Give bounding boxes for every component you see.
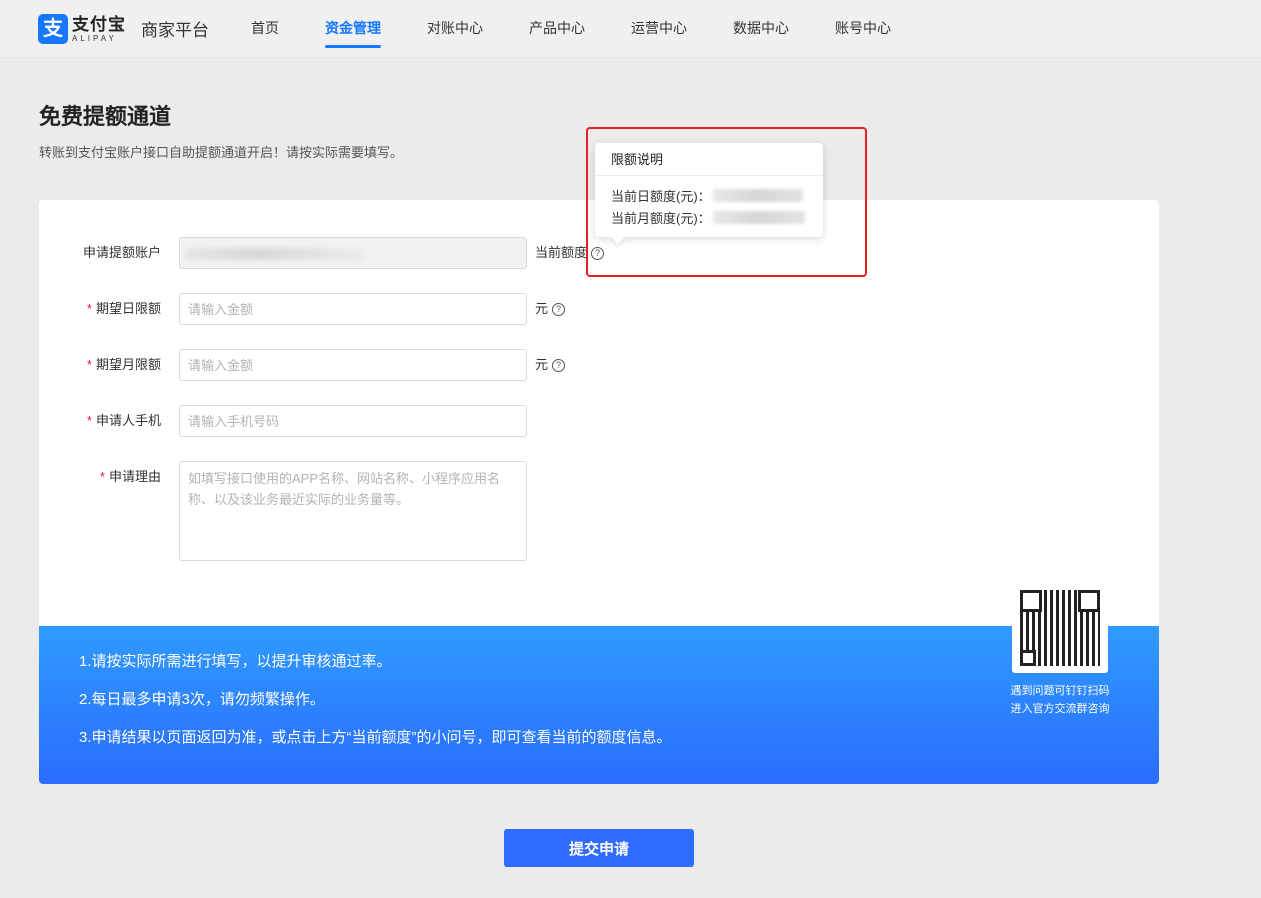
form-row-phone: * 申请人手机 bbox=[39, 405, 527, 437]
daily-unit: 元 bbox=[535, 301, 549, 316]
phone-label: 申请人手机 bbox=[95, 413, 161, 428]
monthly-limit-input[interactable] bbox=[179, 349, 527, 381]
current-quota-label: 当前额度 bbox=[535, 245, 588, 260]
platform-name: 商家平台 bbox=[141, 21, 209, 40]
top-nav-bar: 支 支付宝 ALIPAY 商家平台 首页 资金管理 对账中心 产品中心 运营中心… bbox=[0, 0, 1261, 58]
phone-label-wrap: * 申请人手机 bbox=[39, 405, 179, 437]
monthly-help-icon[interactable]: ? bbox=[552, 358, 566, 372]
nav-reconciliation[interactable]: 对账中心 bbox=[427, 0, 483, 58]
nav-fund-management[interactable]: 资金管理 bbox=[325, 0, 381, 58]
daily-unit-suffix: 元 ? bbox=[535, 293, 566, 325]
submit-button[interactable]: 提交申请 bbox=[504, 829, 694, 867]
daily-limit-label-wrap: * 期望日限额 bbox=[39, 293, 179, 325]
qr-caption: 遇到问题可钉钉扫码 进入官方交流群咨询 bbox=[999, 682, 1121, 718]
required-mark: * bbox=[86, 413, 92, 428]
logo-cn: 支付宝 bbox=[72, 14, 126, 34]
nav-account[interactable]: 账号中心 bbox=[835, 0, 891, 58]
monthly-limit-label: 期望月限额 bbox=[95, 357, 161, 372]
alipay-logo-icon: 支 bbox=[38, 14, 68, 44]
form-row-account: 申请提额账户 当前额度 ? bbox=[39, 237, 605, 269]
required-mark: * bbox=[86, 301, 92, 316]
main-nav: 首页 资金管理 对账中心 产品中心 运营中心 数据中心 账号中心 bbox=[251, 0, 937, 58]
reason-textarea[interactable] bbox=[179, 461, 527, 561]
account-label: 申请提额账户 bbox=[82, 245, 161, 260]
reason-label: 申请理由 bbox=[108, 469, 161, 484]
logo-text: 支付宝 ALIPAY bbox=[72, 16, 126, 43]
monthly-unit: 元 bbox=[535, 357, 549, 372]
notice-line-1: 1.请按实际所需进行填写，以提升审核通过率。 bbox=[79, 653, 392, 670]
reason-label-wrap: * 申请理由 bbox=[39, 461, 179, 493]
qr-caption-line-1: 遇到问题可钉钉扫码 bbox=[1010, 685, 1110, 697]
phone-input[interactable] bbox=[179, 405, 527, 437]
application-form-card: 申请提额账户 当前额度 ? *期望日限额 元 ? *期望月限额 元 ? *申请人… bbox=[39, 200, 1159, 784]
notice-line-2: 2.每日最多申请3次，请勿频繁操作。 bbox=[79, 691, 325, 708]
monthly-unit-suffix: 元 ? bbox=[535, 349, 566, 381]
nav-operations[interactable]: 运营中心 bbox=[631, 0, 687, 58]
nav-products[interactable]: 产品中心 bbox=[529, 0, 585, 58]
alipay-logo[interactable]: 支 支付宝 ALIPAY bbox=[38, 14, 126, 44]
redacted-account bbox=[185, 248, 365, 260]
logo-en: ALIPAY bbox=[72, 33, 117, 43]
page-title: 免费提额通道 bbox=[39, 104, 172, 129]
annotation-highlight-box bbox=[586, 127, 867, 277]
daily-help-icon[interactable]: ? bbox=[552, 302, 566, 316]
required-mark: * bbox=[99, 469, 105, 484]
qr-code-icon bbox=[1020, 590, 1100, 666]
qr-caption-line-2: 进入官方交流群咨询 bbox=[1010, 703, 1110, 715]
monthly-limit-label-wrap: * 期望月限额 bbox=[39, 349, 179, 381]
daily-limit-label: 期望日限额 bbox=[95, 301, 161, 316]
form-row-reason: * 申请理由 bbox=[39, 461, 527, 561]
form-row-monthly: *期望月限额 元 ? bbox=[39, 349, 566, 381]
page-subtitle: 转账到支付宝账户接口自助提额通道开启！请按实际需要填写。 bbox=[39, 145, 404, 160]
required-mark: * bbox=[86, 357, 92, 372]
nav-home[interactable]: 首页 bbox=[251, 0, 279, 58]
daily-limit-input[interactable] bbox=[179, 293, 527, 325]
notice-panel: 1.请按实际所需进行填写，以提升审核通过率。 2.每日最多申请3次，请勿频繁操作… bbox=[39, 583, 1159, 784]
notice-line-3: 3.申请结果以页面返回为准，或点击上方“当前额度”的小问号，即可查看当前的额度信… bbox=[79, 729, 672, 746]
form-row-daily: *期望日限额 元 ? bbox=[39, 293, 566, 325]
account-field-wrap bbox=[179, 237, 527, 269]
nav-data[interactable]: 数据中心 bbox=[733, 0, 789, 58]
qr-code bbox=[1012, 583, 1108, 673]
